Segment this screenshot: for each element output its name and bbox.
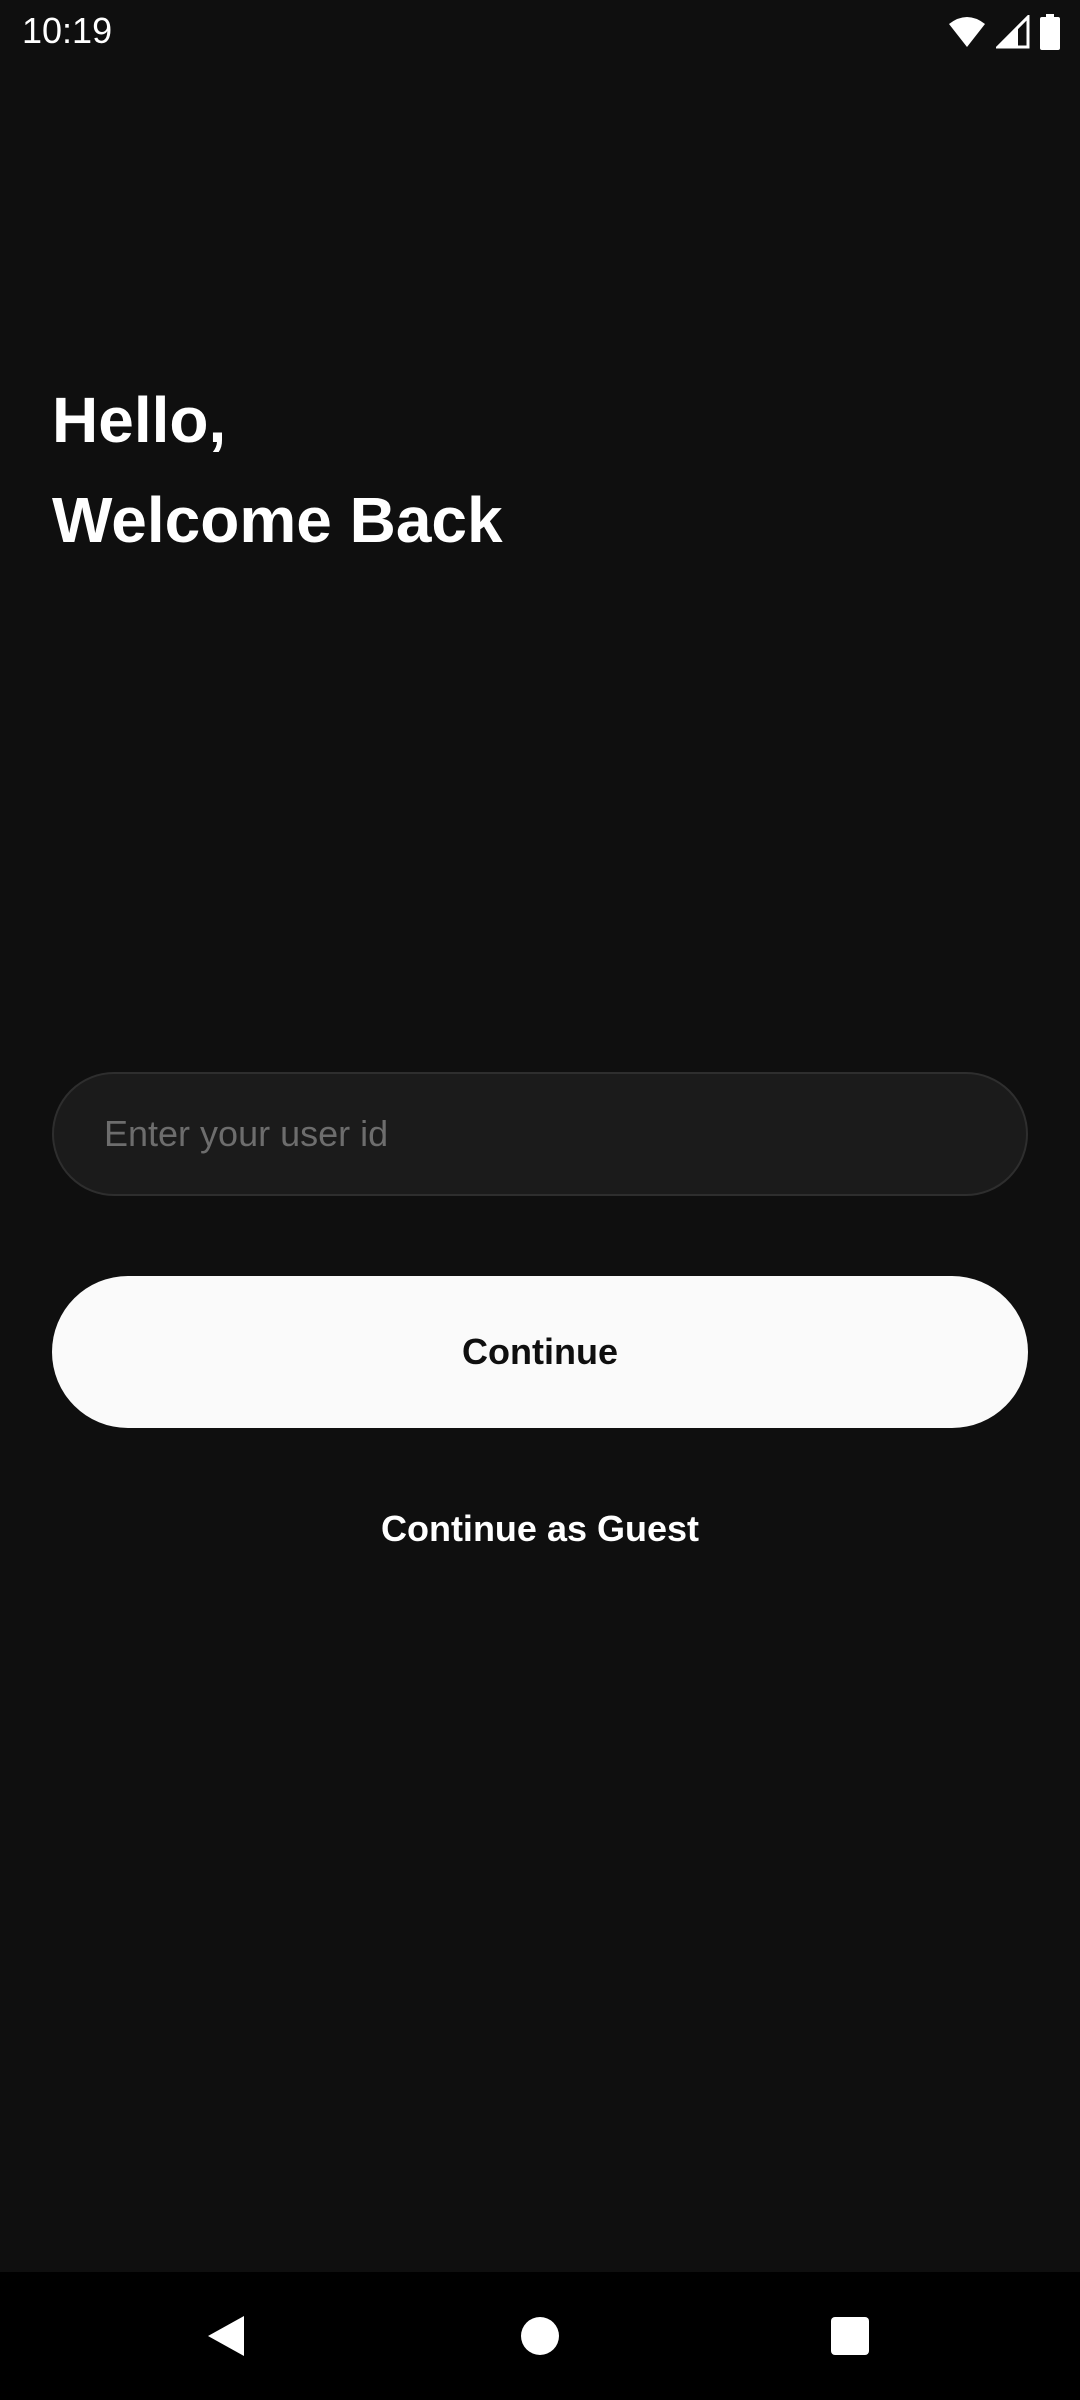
navigation-bar [0,2272,1080,2400]
wifi-icon [948,16,986,48]
recents-icon[interactable] [814,2300,886,2372]
login-screen: 10:19 Hello, Welcome Back Enter your use… [0,0,1080,2400]
back-icon[interactable] [190,2300,262,2372]
greeting-welcome-back: Welcome Back [52,484,503,556]
continue-as-guest-link[interactable]: Continue as Guest [0,1508,1080,1550]
user-id-input[interactable] [52,1072,1028,1196]
home-icon[interactable] [504,2300,576,2372]
greeting: Hello, Welcome Back [52,370,503,570]
status-icons [948,12,1060,52]
status-time: 10:19 [22,10,113,51]
signal-icon [996,15,1030,49]
battery-icon [1040,14,1060,50]
status-bar: 10:19 [0,0,1080,64]
continue-button[interactable]: Continue [52,1276,1028,1428]
greeting-hello: Hello, [52,384,227,456]
